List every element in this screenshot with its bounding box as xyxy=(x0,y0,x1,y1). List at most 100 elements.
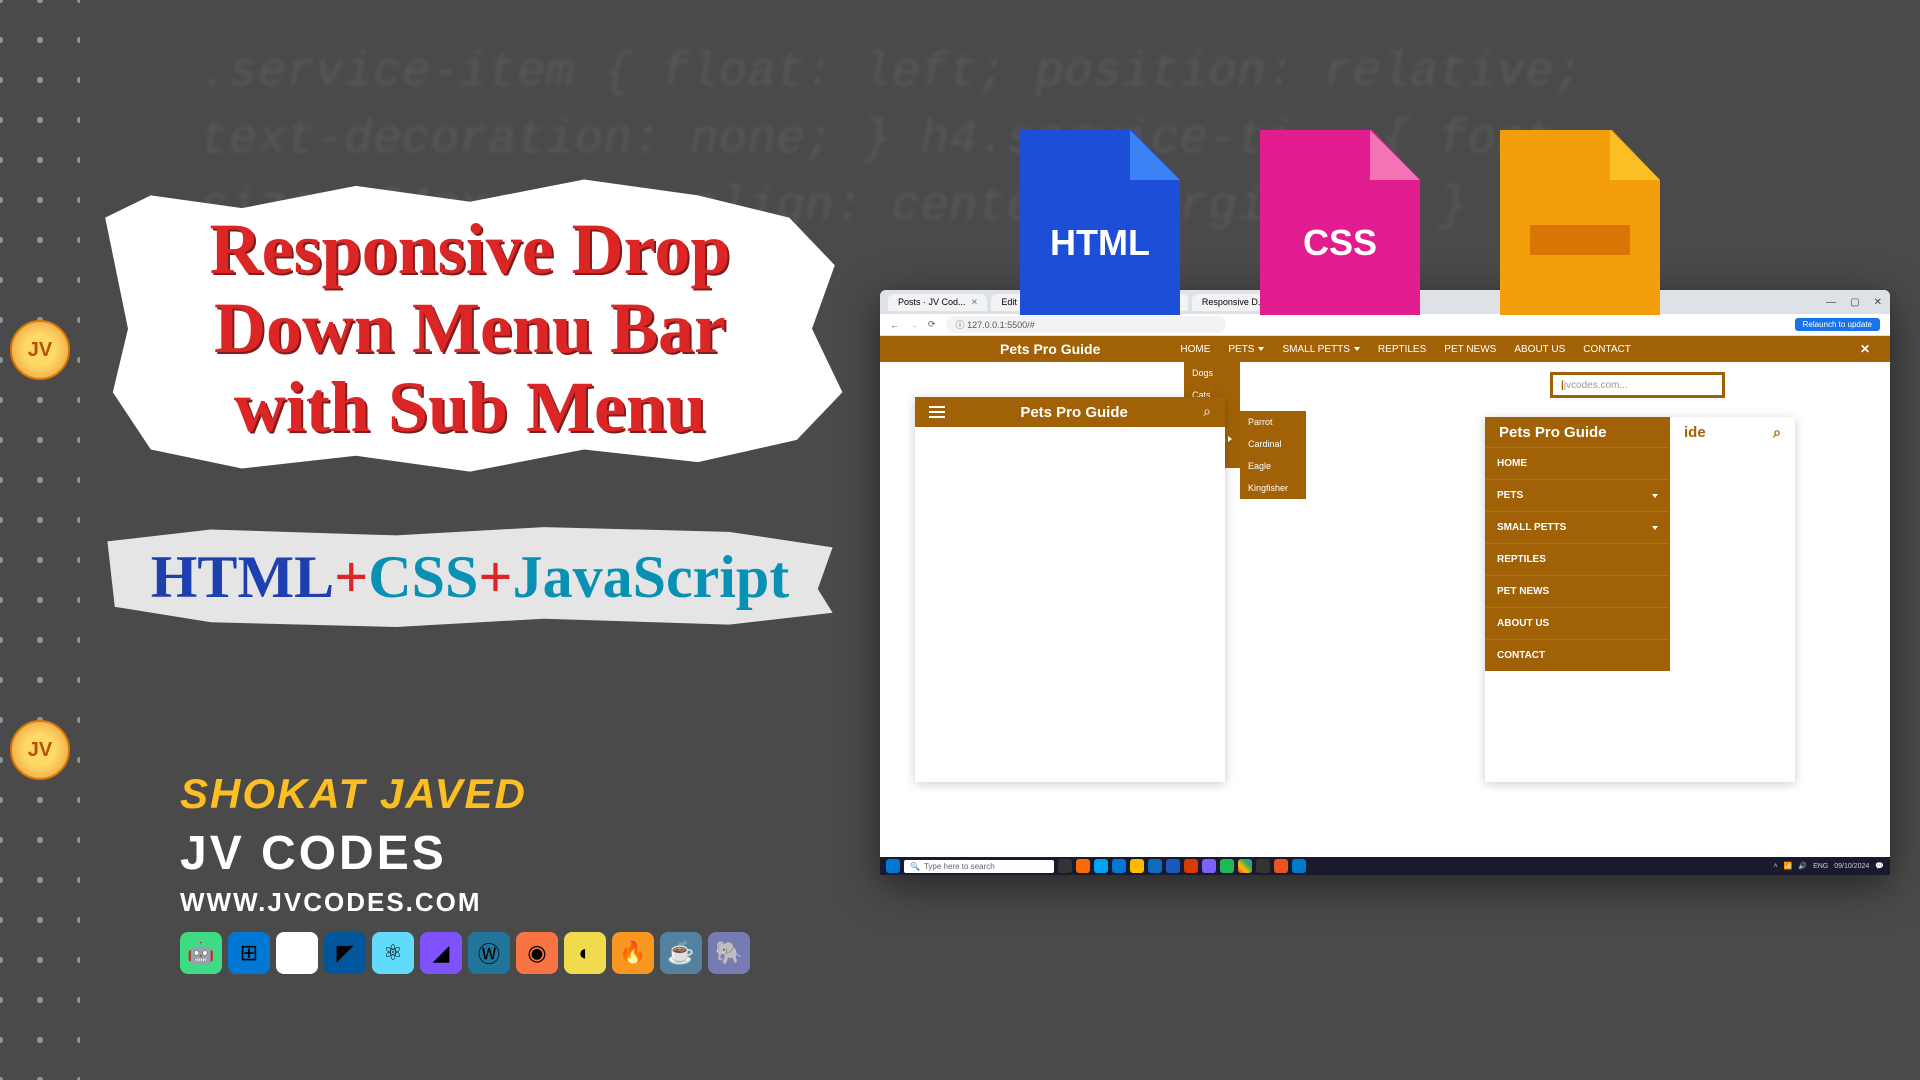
mobile-header-expanded: Pets Pro Guide ✕ ide xyxy=(1485,417,1795,447)
submenu-item-eagle[interactable]: Eagle xyxy=(1240,455,1306,477)
taskbar-app-icon[interactable] xyxy=(1220,859,1234,873)
tech-subline: HTML+CSS+JavaScript xyxy=(140,543,800,612)
mobile-extra-panel: ide xyxy=(1670,417,1795,447)
windows-taskbar: 🔍 Type here to search ˄ 📶 🔊 ENG 09/10/20… xyxy=(880,857,1890,875)
search-input[interactable]: |jvcodes.com... xyxy=(1550,372,1725,398)
taskbar-app-icon[interactable] xyxy=(1274,859,1288,873)
taskbar-app-icon[interactable] xyxy=(1166,859,1180,873)
dot-grid-decoration xyxy=(0,0,80,1080)
css-file-label: CSS xyxy=(1303,222,1377,264)
tab-label: Posts · JV Cod... xyxy=(898,297,966,307)
mobile-preview-expanded: Pets Pro Guide ✕ ide HOME PETS SMALL PET… xyxy=(1485,417,1795,782)
close-window-button[interactable]: ✕ xyxy=(1874,297,1882,308)
flutter-icon: ◤ xyxy=(324,932,366,974)
author-name: SHOKAT JAVED xyxy=(180,770,750,818)
forward-button[interactable]: → xyxy=(909,320,918,330)
taskbar-app-icon[interactable] xyxy=(1184,859,1198,873)
tray-volume-icon[interactable]: 🔊 xyxy=(1798,862,1807,870)
taskbar-app-icon[interactable] xyxy=(1076,859,1090,873)
mobile-menu-home[interactable]: HOME xyxy=(1485,447,1670,479)
mobile-extra-text: ide xyxy=(1684,424,1706,441)
back-button[interactable]: ← xyxy=(890,320,899,330)
submenu-item-parrot[interactable]: Parrot xyxy=(1240,411,1306,433)
subline-plus-1: + xyxy=(334,544,368,610)
nav-item-contact[interactable]: CONTACT xyxy=(1583,344,1631,355)
mobile-menu-pet-news[interactable]: PET NEWS xyxy=(1485,575,1670,607)
website-url: WWW.JVCODES.COM xyxy=(180,887,750,918)
nav-close-button[interactable]: ✕ xyxy=(1860,342,1870,356)
tray-clock[interactable]: 09/10/2024 xyxy=(1834,863,1869,870)
tray-language[interactable]: ENG xyxy=(1813,863,1828,870)
taskbar-vscode-icon[interactable] xyxy=(1292,859,1306,873)
search-icon: 🔍 xyxy=(910,862,920,871)
css-file-icon: CSS xyxy=(1260,130,1420,315)
nav-item-small-petts[interactable]: SMALL PETTS xyxy=(1282,344,1359,355)
main-navigation: Pets Pro Guide HOME PETS SMALL PETTS REP… xyxy=(880,336,1890,362)
subline-css: CSS xyxy=(368,544,478,610)
hamburger-icon[interactable] xyxy=(929,406,945,418)
android-icon: 🤖 xyxy=(180,932,222,974)
nav-item-home[interactable]: HOME xyxy=(1180,344,1210,355)
chevron-right-icon xyxy=(1228,436,1232,442)
url-input[interactable]: ⓘ 127.0.0.1:5500/# xyxy=(946,316,1226,333)
wordpress-icon: Ⓦ xyxy=(468,932,510,974)
taskbar-app-icon[interactable] xyxy=(1202,859,1216,873)
birds-submenu: Parrot Cardinal Eagle Kingfisher xyxy=(1240,411,1306,499)
maximize-button[interactable]: ▢ xyxy=(1850,297,1859,308)
mobile-menu-small-petts[interactable]: SMALL PETTS xyxy=(1485,511,1670,543)
js-file-icon xyxy=(1500,130,1660,315)
php-icon: 🐘 xyxy=(708,932,750,974)
submenu-item-cardinal[interactable]: Cardinal xyxy=(1240,433,1306,455)
reload-button[interactable]: ⟳ xyxy=(928,319,936,330)
dropdown-item-dogs[interactable]: Dogs xyxy=(1184,362,1240,384)
taskbar-search-placeholder: Type here to search xyxy=(924,862,995,871)
url-text: 127.0.0.1:5500/# xyxy=(967,320,1035,330)
search-icon[interactable] xyxy=(1773,424,1781,441)
jv-logo-badge-bottom: JV xyxy=(10,720,70,780)
mobile-menu: HOME PETS SMALL PETTS REPTILES PET NEWS … xyxy=(1485,447,1670,671)
file-type-icons: HTML CSS xyxy=(1020,130,1660,315)
swift-icon: ◉ xyxy=(516,932,558,974)
mobile-menu-pets[interactable]: PETS xyxy=(1485,479,1670,511)
site-info-icon: ⓘ xyxy=(956,320,965,330)
tray-wifi-icon[interactable]: 📶 xyxy=(1784,862,1793,870)
taskbar-app-icon[interactable] xyxy=(1058,859,1072,873)
taskbar-app-icon[interactable] xyxy=(1148,859,1162,873)
taskbar-app-icon[interactable] xyxy=(1130,859,1144,873)
mobile-brand[interactable]: Pets Pro Guide xyxy=(1020,404,1128,421)
nav-item-pets[interactable]: PETS xyxy=(1228,344,1264,355)
tray-notifications-icon[interactable]: 💬 xyxy=(1875,862,1884,870)
browser-window: Posts · JV Cod...× Edit Post "Res...× Re… xyxy=(880,290,1890,875)
nav-item-about-us[interactable]: ABOUT US xyxy=(1514,344,1565,355)
taskbar-app-icon[interactable] xyxy=(1256,859,1270,873)
tray-chevron-icon[interactable]: ˄ xyxy=(1774,863,1778,870)
browser-address-bar: ← → ⟳ ⓘ 127.0.0.1:5500/# Relaunch to upd… xyxy=(880,314,1890,336)
java-icon: ☕ xyxy=(660,932,702,974)
subline-brush-bg: HTML+CSS+JavaScript xyxy=(100,518,840,637)
kotlin-icon: ◢ xyxy=(420,932,462,974)
search-icon[interactable] xyxy=(1203,403,1211,421)
minimize-button[interactable]: — xyxy=(1826,297,1836,308)
mobile-brand[interactable]: Pets Pro Guide xyxy=(1499,424,1607,441)
headline-brush-bg: Responsive Drop Down Menu Bar with Sub M… xyxy=(100,180,840,478)
mobile-menu-reptiles[interactable]: REPTILES xyxy=(1485,543,1670,575)
tech-stack-icons: 🤖 ⊞ ◤ ⚛ ◢ Ⓦ ◉ ◐ 🔥 ☕ 🐘 xyxy=(180,932,750,974)
html-file-label: HTML xyxy=(1050,222,1150,264)
nav-brand[interactable]: Pets Pro Guide xyxy=(1000,341,1100,357)
subline-plus-2: + xyxy=(478,544,512,610)
relaunch-button[interactable]: Relaunch to update xyxy=(1795,318,1880,331)
chevron-down-icon xyxy=(1258,347,1264,351)
nav-item-pet-news[interactable]: PET NEWS xyxy=(1444,344,1496,355)
taskbar-chrome-icon[interactable] xyxy=(1238,859,1252,873)
mobile-menu-contact[interactable]: CONTACT xyxy=(1485,639,1670,671)
tab-close-icon[interactable]: × xyxy=(972,297,978,308)
chevron-down-icon xyxy=(1354,347,1360,351)
taskbar-app-icon[interactable] xyxy=(1094,859,1108,873)
browser-tab[interactable]: Posts · JV Cod... × xyxy=(888,294,987,311)
start-button[interactable] xyxy=(886,859,900,873)
nav-item-reptiles[interactable]: REPTILES xyxy=(1378,344,1426,355)
taskbar-app-icon[interactable] xyxy=(1112,859,1126,873)
taskbar-search[interactable]: 🔍 Type here to search xyxy=(904,860,1054,873)
submenu-item-kingfisher[interactable]: Kingfisher xyxy=(1240,477,1306,499)
mobile-menu-about-us[interactable]: ABOUT US xyxy=(1485,607,1670,639)
